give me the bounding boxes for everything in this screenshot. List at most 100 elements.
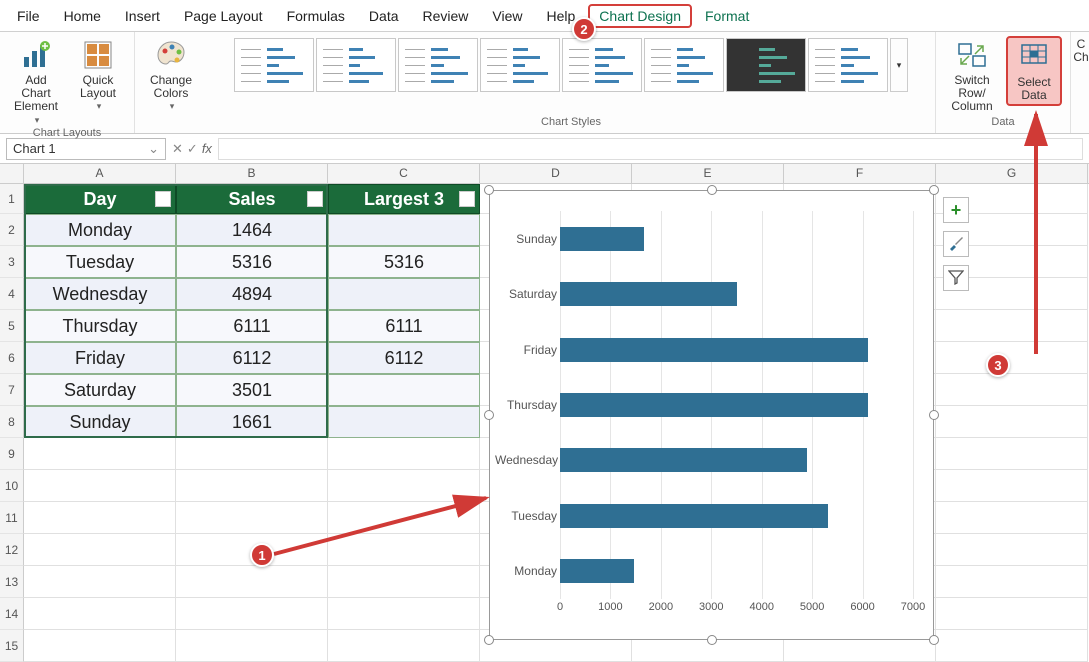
row-header-11[interactable]: 11 (0, 502, 24, 534)
menu-home[interactable]: Home (53, 4, 112, 28)
col-header-c[interactable]: C (328, 164, 480, 183)
cell-c3[interactable]: 5316 (328, 246, 480, 278)
menu-view[interactable]: View (481, 4, 533, 28)
row-header-1[interactable]: 1 (0, 184, 24, 214)
row-header-7[interactable]: 7 (0, 374, 24, 406)
switch-row-column-button[interactable]: Switch Row/ Column (944, 36, 1000, 116)
clipped-button[interactable]: C Ch (1074, 36, 1088, 66)
resize-handle[interactable] (929, 635, 939, 645)
cell-a2[interactable]: Monday (24, 214, 176, 246)
chart-style-6[interactable] (644, 38, 724, 92)
row-header-9[interactable]: 9 (0, 438, 24, 470)
chart-style-1[interactable] (234, 38, 314, 92)
cell-a1[interactable]: Day▾ (24, 184, 176, 214)
menu-review[interactable]: Review (412, 4, 480, 28)
embedded-chart[interactable]: + SundaySaturdayFridayThursdayWednesdayT… (489, 190, 934, 640)
cell-b8[interactable]: 1661 (176, 406, 328, 438)
col-header-e[interactable]: E (632, 164, 784, 183)
cell-g8[interactable] (936, 406, 1088, 438)
chart-bar[interactable] (560, 338, 868, 362)
name-box-dropdown-icon[interactable]: ⌄ (148, 141, 159, 157)
add-chart-element-button[interactable]: Add Chart Element ▾ (8, 36, 64, 127)
chart-bar[interactable] (560, 448, 807, 472)
menu-data[interactable]: Data (358, 4, 410, 28)
menu-page-layout[interactable]: Page Layout (173, 4, 274, 28)
cell-b1[interactable]: Sales▾ (176, 184, 328, 214)
fx-icon[interactable]: fx (202, 141, 212, 156)
formula-cancel-icon[interactable]: ✕ (172, 141, 183, 157)
menu-format[interactable]: Format (694, 4, 760, 28)
gallery-more-icon[interactable]: ▾ (897, 60, 902, 71)
filter-dropdown-icon[interactable]: ▾ (307, 191, 323, 207)
cell-c8[interactable] (328, 406, 480, 438)
row-header-2[interactable]: 2 (0, 214, 24, 246)
chart-bar[interactable] (560, 504, 828, 528)
row-header-12[interactable]: 12 (0, 534, 24, 566)
filter-dropdown-icon[interactable]: ▾ (155, 191, 171, 207)
col-header-f[interactable]: F (784, 164, 936, 183)
chart-plot-area[interactable]: SundaySaturdayFridayThursdayWednesdayTue… (560, 211, 913, 599)
row-header-10[interactable]: 10 (0, 470, 24, 502)
row-header-3[interactable]: 3 (0, 246, 24, 278)
resize-handle[interactable] (484, 410, 494, 420)
filter-dropdown-icon[interactable]: ▾ (459, 191, 475, 207)
cell-c2[interactable] (328, 214, 480, 246)
resize-handle[interactable] (707, 185, 717, 195)
chart-bar[interactable] (560, 227, 644, 251)
cell-g5[interactable] (936, 310, 1088, 342)
row-header-13[interactable]: 13 (0, 566, 24, 598)
row-header-5[interactable]: 5 (0, 310, 24, 342)
cell-g7[interactable] (936, 374, 1088, 406)
quick-layout-button[interactable]: Quick Layout ▾ (70, 36, 126, 114)
cell-b4[interactable]: 4894 (176, 278, 328, 310)
resize-handle[interactable] (929, 410, 939, 420)
chart-styles-button[interactable] (943, 231, 969, 257)
row-header-4[interactable]: 4 (0, 278, 24, 310)
change-colors-button[interactable]: Change Colors ▾ (143, 36, 199, 114)
resize-handle[interactable] (484, 185, 494, 195)
cell-a8[interactable]: Sunday (24, 406, 176, 438)
cell-b5[interactable]: 6111 (176, 310, 328, 342)
col-header-b[interactable]: B (176, 164, 328, 183)
chart-style-gallery[interactable]: ▾ (234, 36, 908, 92)
select-data-button[interactable]: Select Data (1006, 36, 1062, 106)
col-header-a[interactable]: A (24, 164, 176, 183)
row-header-15[interactable]: 15 (0, 630, 24, 662)
chart-style-8[interactable] (808, 38, 888, 92)
cell-b3[interactable]: 5316 (176, 246, 328, 278)
cell-b6[interactable]: 6112 (176, 342, 328, 374)
cell-a7[interactable]: Saturday (24, 374, 176, 406)
cell-b2[interactable]: 1464 (176, 214, 328, 246)
menu-file[interactable]: File (6, 4, 51, 28)
resize-handle[interactable] (707, 635, 717, 645)
chart-style-5[interactable] (562, 38, 642, 92)
menu-chart-design[interactable]: Chart Design (588, 4, 692, 28)
cell-c1[interactable]: Largest 3▾ (328, 184, 480, 214)
select-all-corner[interactable] (0, 164, 24, 183)
cell-c5[interactable]: 6111 (328, 310, 480, 342)
chart-style-2[interactable] (316, 38, 396, 92)
chart-bar[interactable] (560, 282, 737, 306)
col-header-d[interactable]: D (480, 164, 632, 183)
chart-style-7[interactable] (726, 38, 806, 92)
row-header-14[interactable]: 14 (0, 598, 24, 630)
formula-bar[interactable] (218, 138, 1083, 160)
menu-formulas[interactable]: Formulas (276, 4, 356, 28)
cell-c7[interactable] (328, 374, 480, 406)
chart-elements-button[interactable]: + (943, 197, 969, 223)
resize-handle[interactable] (484, 635, 494, 645)
chart-bar[interactable] (560, 393, 868, 417)
row-header-8[interactable]: 8 (0, 406, 24, 438)
cell-a5[interactable]: Thursday (24, 310, 176, 342)
col-header-g[interactable]: G (936, 164, 1088, 183)
cell-a3[interactable]: Tuesday (24, 246, 176, 278)
chart-style-3[interactable] (398, 38, 478, 92)
cell-b7[interactable]: 3501 (176, 374, 328, 406)
menu-insert[interactable]: Insert (114, 4, 171, 28)
cell-a4[interactable]: Wednesday (24, 278, 176, 310)
row-header-6[interactable]: 6 (0, 342, 24, 374)
cell-c6[interactable]: 6112 (328, 342, 480, 374)
chart-style-4[interactable] (480, 38, 560, 92)
formula-enter-icon[interactable]: ✓ (187, 141, 198, 157)
cell-c4[interactable] (328, 278, 480, 310)
